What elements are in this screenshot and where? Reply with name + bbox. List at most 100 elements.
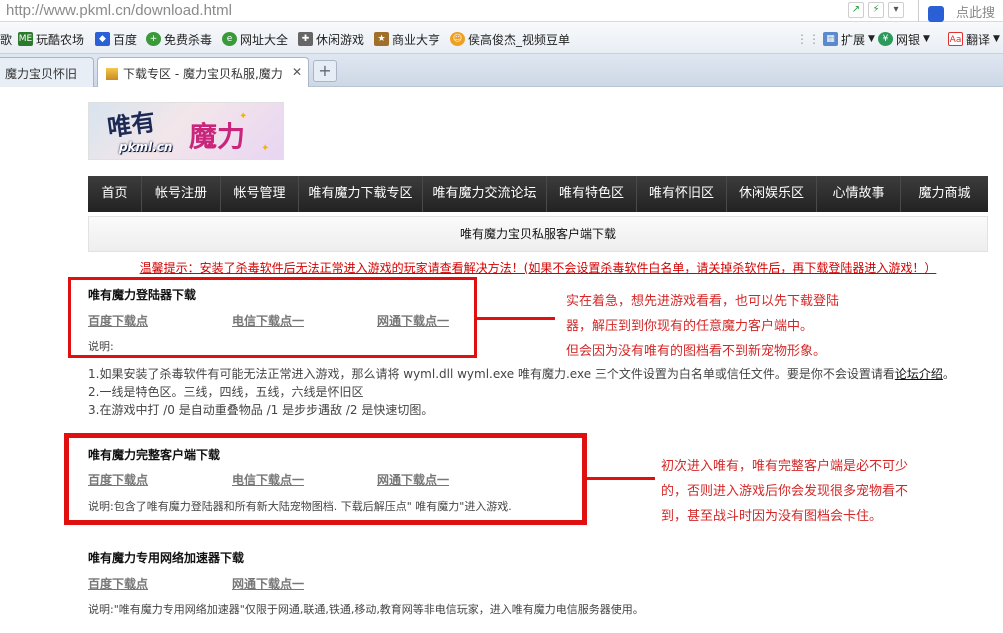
business-icon: ★ — [374, 32, 389, 46]
download-link-baidu[interactable]: 百度下载点 — [88, 312, 148, 329]
bookmark-item[interactable]: ◆ 百度 — [95, 30, 137, 48]
callout-line: 实在着急，想先进游戏看看，也可以先下载登陆 — [566, 294, 840, 309]
address-bar[interactable]: http://www.pkml.cn/download.html ↗ ⚡ ▾ 点… — [0, 0, 1003, 22]
download-link-netcom[interactable]: 网通下载点一 — [232, 575, 304, 592]
antivirus-notice-link[interactable]: 温馨提示：安装了杀毒软件后无法正常进入游戏的玩家请查看解决方法！(如果不会设置杀… — [88, 259, 988, 276]
nav-item-account[interactable]: 帐号管理 — [221, 176, 299, 212]
bookmark-item[interactable]: 歌 — [0, 30, 12, 48]
page-favicon-icon — [106, 68, 118, 80]
tab-strip: 魔力宝贝怀旧 下载专区 - 魔力宝贝私服,魔力 ✕ + — [0, 54, 1003, 87]
forum-intro-link[interactable]: 论坛介绍 — [895, 367, 943, 381]
callout-line: 器，解压到到你现有的任意魔力客户端中。 — [566, 319, 814, 334]
globe-icon: e — [222, 32, 237, 46]
nav-item-classic-zone[interactable]: 唯有怀旧区 — [637, 176, 727, 212]
lightning-icon[interactable]: ⚡ — [868, 2, 884, 18]
close-icon[interactable]: ✕ — [292, 65, 302, 79]
nav-item-stories[interactable]: 心情故事 — [817, 176, 901, 212]
farm-icon: ME — [18, 32, 33, 46]
nav-item-download[interactable]: 唯有魔力下载专区 — [299, 176, 423, 212]
section-title: 唯有魔力专用网络加速器下载 — [88, 551, 245, 565]
download-link-netcom[interactable]: 网通下载点一 — [377, 471, 449, 488]
search-placeholder: 点此搜 — [956, 6, 996, 21]
nav-item-forum[interactable]: 唯有魔力交流论坛 — [423, 176, 547, 212]
nav-item-feature-zone[interactable]: 唯有特色区 — [547, 176, 637, 212]
bookmark-item[interactable]: ★ 商业大亨 — [374, 30, 440, 48]
logo-title: 唯有 — [105, 106, 158, 143]
baidu-paw-icon — [928, 5, 944, 22]
bookmark-item[interactable]: ✚ 休闲游戏 — [298, 30, 364, 48]
chevron-down-icon: ▼ — [868, 34, 875, 44]
callout-first: 实在着急，想先进游戏看看，也可以先下载登陆 器，解压到到你现有的任意魔力客户端中… — [566, 289, 839, 364]
logo-brand: 魔力 — [189, 120, 246, 153]
bookmark-label: 休闲游戏 — [316, 32, 365, 47]
callout-line: 的，否则进入游戏后你会发现很多宠物看不 — [661, 484, 909, 499]
section-desc: 说明:"唯有魔力专用网络加速器"仅限于网通,联通,铁通,移动,教育网等非电信玩家… — [88, 603, 644, 616]
note-1: 1.如果安装了杀毒软件有可能无法正常进入游戏，那么请将 wyml.dll wym… — [88, 365, 955, 382]
baidu-icon: ◆ — [95, 32, 110, 46]
video-icon: ☺ — [450, 32, 465, 46]
tab-inactive[interactable]: 魔力宝贝怀旧 — [0, 57, 94, 87]
gamepad-icon: ✚ — [298, 32, 313, 46]
note-3: 3.在游戏中打 /0 是自动重叠物品 /1 是步步遇敌 /2 是快速切图。 — [88, 403, 434, 417]
download-link-baidu[interactable]: 百度下载点 — [88, 575, 148, 592]
bookmark-item[interactable]: e 网址大全 — [222, 30, 288, 48]
bookmark-label: 网址大全 — [240, 32, 289, 47]
bookmark-label: 免费杀毒 — [164, 32, 213, 47]
nav-item-home[interactable]: 首页 — [88, 176, 142, 212]
section-title: 唯有魔力登陆器下载 — [88, 288, 197, 302]
bookmark-label: 玩酷农场 — [36, 32, 85, 47]
nav-item-mall[interactable]: 魔力商城 — [901, 176, 988, 212]
logo-domain: pkml.cn — [119, 140, 173, 154]
callout-line: 初次进入唯有，唯有完整客户端是必不可少 — [661, 459, 909, 474]
bookmarks-bar: 歌 ME 玩酷农场 ◆ 百度 + 免费杀毒 e 网址大全 ✚ 休闲游戏 ★ 商业大亨 ☺ 侯高… — [0, 22, 1003, 54]
chevron-down-icon: ▼ — [923, 34, 930, 44]
search-box[interactable]: 点此搜 — [928, 2, 995, 22]
main-nav: 首页 帐号注册 帐号管理 唯有魔力下载专区 唯有魔力交流论坛 唯有特色区 唯有怀… — [88, 176, 988, 212]
bank-icon: ¥ — [878, 32, 893, 46]
tab-active[interactable]: 下载专区 - 魔力宝贝私服,魔力 ✕ — [97, 57, 309, 87]
section-desc: 说明: — [88, 340, 114, 353]
tab-label: 魔力宝贝怀旧 — [5, 67, 78, 81]
callout-line: 但会因为没有唯有的图档看不到新宠物形象。 — [566, 344, 827, 359]
chevron-down-icon[interactable]: ▾ — [888, 2, 904, 18]
tab-label: 下载专区 - 魔力宝贝私服,魔力 — [123, 67, 283, 81]
callout-line: 到，甚至战斗时因为没有图档会卡住。 — [661, 509, 883, 524]
note-2: 2.一线是特色区。三线，四线，五线，六线是怀旧区 — [88, 385, 364, 399]
nav-item-register[interactable]: 帐号注册 — [142, 176, 221, 212]
page-title: 唯有魔力宝贝私服客户端下载 — [88, 216, 988, 252]
download-link-netcom[interactable]: 网通下载点一 — [377, 312, 449, 329]
share-icon[interactable]: ↗ — [848, 2, 864, 18]
extension-label: 网银 — [896, 32, 921, 47]
download-link-baidu[interactable]: 百度下载点 — [88, 471, 148, 488]
bookmark-label: 商业大亨 — [392, 32, 441, 47]
download-link-telecom[interactable]: 电信下载点一 — [232, 312, 304, 329]
bookmark-item[interactable]: + 免费杀毒 — [146, 30, 212, 48]
bookmark-label: 歌 — [0, 32, 13, 47]
note-text: 。 — [942, 367, 955, 381]
address-actions: ↗ ⚡ ▾ — [848, 2, 908, 20]
extension-label: 扩展 — [841, 32, 866, 47]
bookmark-label: 侯高俊杰_视频豆单 — [468, 32, 571, 47]
antivirus-icon: + — [146, 32, 161, 46]
sparkle-icon: ✦ — [261, 143, 270, 154]
translate-button[interactable]: Aa 翻译 ▼ — [948, 30, 1000, 48]
divider — [918, 0, 919, 22]
extensions-button[interactable]: ⋮⋮ ▦ 扩展 ▼ — [796, 30, 875, 48]
url-text[interactable]: http://www.pkml.cn/download.html — [6, 2, 232, 19]
new-tab-button[interactable]: + — [313, 60, 337, 82]
grid-icon: ▦ — [823, 32, 838, 46]
nav-item-leisure-zone[interactable]: 休闲娱乐区 — [727, 176, 817, 212]
bookmark-item[interactable]: ME 玩酷农场 — [18, 30, 84, 48]
translate-icon: Aa — [948, 32, 963, 46]
section-title: 唯有魔力完整客户端下载 — [88, 448, 221, 462]
bank-button[interactable]: ¥ 网银 ▼ — [878, 30, 930, 48]
callout-connector — [477, 317, 555, 320]
download-link-telecom[interactable]: 电信下载点一 — [232, 471, 304, 488]
note-text: 1.如果安装了杀毒软件有可能无法正常进入游戏，那么请将 wyml.dll wym… — [88, 367, 895, 381]
grip-icon: ⋮⋮ — [796, 32, 820, 46]
bookmark-item[interactable]: ☺ 侯高俊杰_视频豆单 — [450, 30, 570, 48]
bookmark-label: 百度 — [113, 32, 138, 47]
callout-connector — [587, 477, 655, 480]
site-logo[interactable]: 唯有 魔力 pkml.cn ✦ ✦ — [88, 102, 284, 160]
section-desc: 说明:包含了唯有魔力登陆器和所有新大陆宠物图档. 下载后解压点" 唯有魔力"进入… — [88, 500, 512, 513]
